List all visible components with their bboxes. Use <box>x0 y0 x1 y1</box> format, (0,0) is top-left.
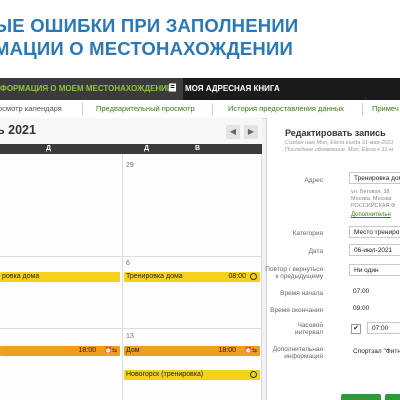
tab-address-book-label: МОЯ АДРЕСНАЯ КНИГА <box>185 84 280 93</box>
date-field[interactable]: 06-июл-2021 <box>349 244 400 256</box>
clock-icon: ⏰⇆ <box>244 348 258 354</box>
more-info-link[interactable]: Дополнительн <box>351 212 391 218</box>
extra-info-label: Дополнительная информация <box>272 346 323 360</box>
category-label: Категория <box>292 230 323 237</box>
weekday-label: В <box>195 145 201 152</box>
hourly-interval-checkbox[interactable]: ✔ <box>351 324 361 334</box>
subtab-calendar-view[interactable]: осмотр календаря <box>0 100 80 118</box>
calendar-grid: 29 6 13 ровка дома Тренировка дома 08:00… <box>0 154 262 400</box>
next-month-button[interactable]: ▶ <box>244 125 258 139</box>
event-label: Дом <box>126 347 140 354</box>
grid-line <box>122 154 123 400</box>
start-time-field[interactable]: 07:00 <box>349 286 400 298</box>
edit-record-panel: Редактировать запись Создан нам Mun, Ele… <box>265 118 400 400</box>
event-time: 08:00 <box>228 273 246 280</box>
day-number: 29 <box>126 162 134 169</box>
day-number: 6 <box>126 260 130 267</box>
address-field[interactable]: Тренировка дом <box>349 172 400 184</box>
address-line: Москва, Москва <box>351 196 392 202</box>
extra-info-textarea[interactable]: Спортзал "Фитн <box>349 346 400 370</box>
subtab-sharing-history[interactable]: История предоставления данных <box>228 100 344 118</box>
address-label: Адрес <box>304 177 323 184</box>
weekday-header: Д Д В <box>0 144 262 154</box>
calendar-event[interactable]: Новогорск (тренировка) <box>124 370 260 380</box>
cancel-button[interactable] <box>385 394 400 400</box>
grid-line <box>0 328 262 329</box>
event-label: ровка дома <box>2 273 40 280</box>
calendar-event[interactable]: 18:00 ⏰⇆ <box>0 346 120 356</box>
tab-my-location[interactable]: ФОРМАЦИЯ О МОЕМ МЕСТОНАХОЖДЕНИИ <box>0 78 183 100</box>
calendar-event[interactable]: Тренировка дома 08:00 <box>124 272 260 282</box>
grid-line <box>0 256 262 257</box>
end-time-label: Время окончания <box>270 307 323 314</box>
top-nav: ФОРМАЦИЯ О МОЕМ МЕСТОНАХОЖДЕНИИ МОЯ АДРЕ… <box>0 78 400 100</box>
save-button[interactable] <box>341 394 381 400</box>
tab-separator <box>362 103 363 115</box>
event-time: 18:00 <box>218 347 236 354</box>
event-time: 18:00 <box>78 347 96 354</box>
end-time-field[interactable]: 09:00 <box>349 303 400 315</box>
created-by-text: Создан нам Mun, Elena когда 31-мая-2021 <box>285 140 394 146</box>
repeat-label: Повтор / вернуться к предыдущему <box>265 266 323 280</box>
day-number: 13 <box>126 333 134 340</box>
tab-address-book[interactable]: МОЯ АДРЕСНАЯ КНИГА <box>168 78 280 100</box>
month-bar: ь 2021 ◀ ▶ <box>0 118 262 146</box>
refresh-icon <box>250 273 257 280</box>
address-book-icon <box>169 83 176 92</box>
sub-tabs: осмотр календаря Предварительный просмот… <box>0 100 400 119</box>
slide-title: ЫЕ ОШИБКИ ПРИ ЗАПОЛНЕНИИ МАЦИИ О МЕСТОНА… <box>0 14 400 60</box>
category-select[interactable]: Место трениро <box>349 226 400 238</box>
calendar-event[interactable]: ровка дома <box>0 272 120 282</box>
slide-title-line-1: ЫЕ ОШИБКИ ПРИ ЗАПОЛНЕНИИ <box>0 15 299 36</box>
event-label: Новогорск (тренировка) <box>126 371 204 378</box>
app-window: ФОРМАЦИЯ О МОЕМ МЕСТОНАХОЖДЕНИИ МОЯ АДРЕ… <box>0 78 400 400</box>
subtab-notes[interactable]: Примеч <box>372 100 399 118</box>
tab-separator <box>82 103 83 115</box>
weekday-label: Д <box>46 145 51 152</box>
slide-title-line-2: МАЦИИ О МЕСТОНАХОЖДЕНИИ <box>0 38 293 59</box>
hourly-interval-label: Часовой интервал <box>294 322 323 336</box>
grid-line <box>261 154 262 400</box>
repeat-select[interactable]: Ни один <box>349 264 400 276</box>
hourly-time-field[interactable]: 07:00 <box>367 322 400 334</box>
clock-icon: ⏰⇆ <box>104 348 118 354</box>
tab-separator <box>212 103 213 115</box>
date-label: Дата <box>308 248 323 255</box>
month-title: ь 2021 <box>0 123 36 137</box>
weekday-label: Д <box>144 145 149 152</box>
address-line: РОССИЙСКАЯ Ф <box>351 203 396 209</box>
address-line: ул. Беговая, 38 <box>351 189 390 195</box>
start-time-label: Время начала <box>280 290 323 297</box>
event-label: Тренировка дома <box>126 273 183 280</box>
subtab-preview[interactable]: Предварительный просмотр <box>96 100 195 118</box>
panel-title: Редактировать запись <box>285 128 386 138</box>
calendar-event[interactable]: Дом 18:00 ⏰⇆ <box>124 346 260 356</box>
refresh-icon <box>250 371 257 378</box>
prev-month-button[interactable]: ◀ <box>226 125 240 139</box>
updated-by-text: Последнее обновление: Mun, Elena к 31-м <box>285 147 394 153</box>
